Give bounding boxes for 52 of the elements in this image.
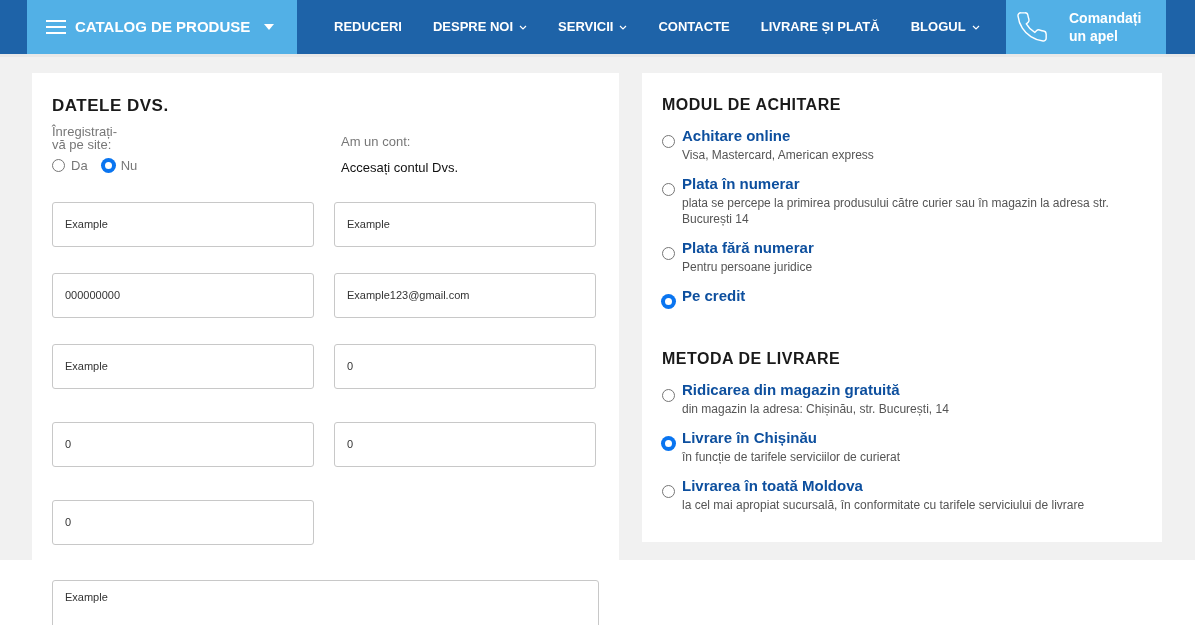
option-description: la cel mai apropiat sucursală, în conformitate cu tarifele serviciului de livrare (682, 497, 1085, 513)
option-label[interactable]: Plata fără numerar (682, 239, 814, 257)
input-field[interactable]: Example (52, 343, 314, 389)
option-label[interactable]: Livrarea în toată Moldova (682, 477, 1085, 495)
nav-link[interactable]: LIVRARE ȘI PLATĂ (760, 17, 880, 37)
radio-button[interactable] (662, 295, 675, 308)
radio-button[interactable] (662, 437, 675, 450)
radio-button[interactable] (662, 247, 675, 260)
nav-link[interactable]: DESPRE NOI (432, 17, 528, 37)
input-field[interactable]: Example123@gmail.com (334, 272, 596, 318)
account-link[interactable]: Accesați contul Dvs. (341, 158, 459, 178)
input-field[interactable]: Example (334, 201, 596, 247)
nav-link[interactable]: CONTACTE (658, 17, 730, 37)
radio-button[interactable] (662, 389, 675, 402)
input-field[interactable]: 0 (334, 343, 596, 389)
input-field[interactable]: 0 (334, 421, 596, 467)
option-label[interactable]: Pe credit (682, 287, 746, 305)
comment-field[interactable]: Example (52, 580, 599, 625)
section-title: MODUL DE ACHITARE (662, 95, 842, 115)
account-label: Am un cont: (341, 132, 412, 151)
nav-link[interactable]: BLOGUL (910, 17, 980, 37)
option-label[interactable]: Achitare online (682, 127, 874, 145)
input-field[interactable]: 0 (52, 499, 314, 545)
section-title: DATELE DVS. (52, 95, 170, 117)
radio-button[interactable] (52, 158, 65, 172)
option-description: din magazin la adresa: Chișinău, str. București, 14 (682, 401, 949, 417)
option-description: Pentru persoane juridice (682, 259, 814, 275)
nav-link[interactable]: SERVICII (558, 17, 628, 37)
input-field[interactable]: 000000000 (52, 272, 314, 318)
caret-icon (264, 24, 275, 30)
radio-button[interactable] (662, 485, 675, 498)
radio-button[interactable] (662, 183, 675, 196)
chevron-down-icon (619, 24, 628, 30)
chevron-down-icon (519, 24, 528, 30)
section-title: METODA DE LIVRARE (662, 349, 842, 369)
nav-link[interactable]: REDUCERI (334, 17, 402, 37)
radio-button[interactable] (662, 135, 675, 148)
input-field[interactable]: 0 (52, 421, 314, 467)
chevron-down-icon (971, 24, 980, 30)
radio-label[interactable]: Nu (120, 155, 138, 175)
option-description: plata se percepe la primirea produsului către curier sau în magazin la adresa str. București 14 (682, 195, 1110, 227)
option-description: Visa, Mastercard, American express (682, 147, 874, 163)
option-label[interactable]: Ridicarea din magazin gratuită (682, 381, 949, 399)
option-label[interactable]: Livrare în Chișinău (682, 429, 901, 447)
phone-icon (1015, 10, 1049, 44)
menu-icon (46, 20, 66, 34)
option-label[interactable]: Plata în numerar (682, 175, 1142, 193)
input-field[interactable]: Example (52, 201, 314, 247)
option-description: în funcție de tarifele serviciilor de curierat (682, 449, 901, 465)
radio-label[interactable]: Da (71, 155, 88, 175)
radio-button[interactable] (101, 158, 115, 172)
register-label: Înregistrați- vă pe site: (52, 124, 119, 151)
